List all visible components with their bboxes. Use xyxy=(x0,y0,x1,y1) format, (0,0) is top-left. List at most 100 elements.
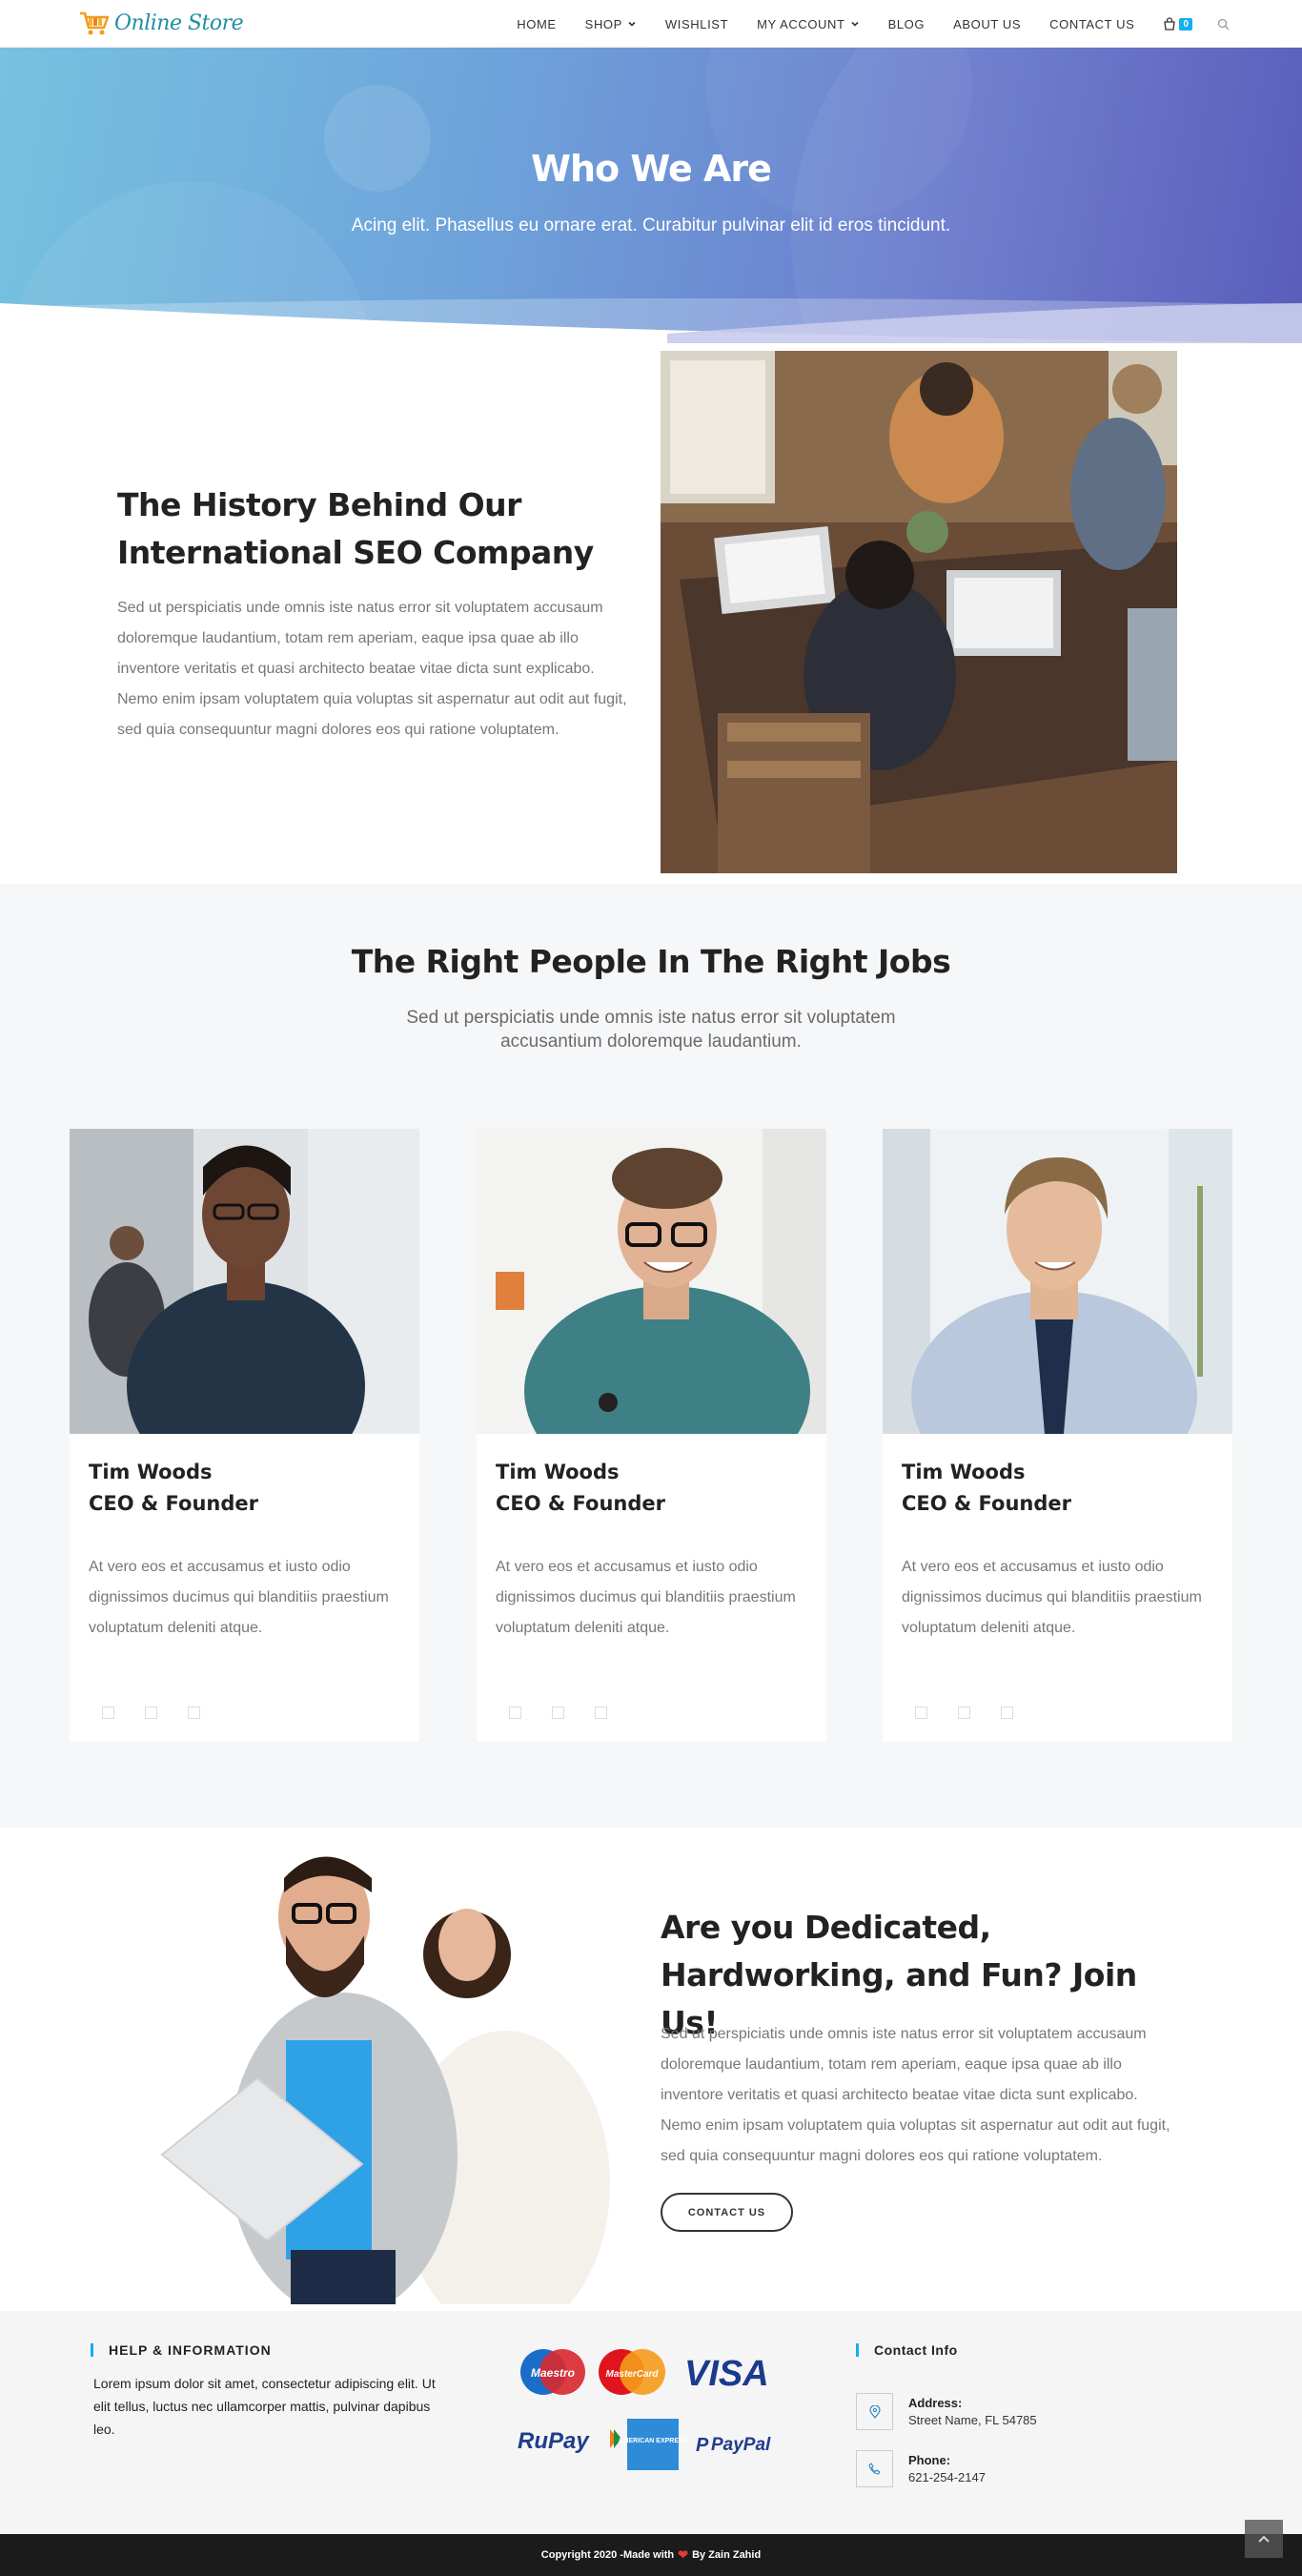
history-text: Sed ut perspiciatis unde omnis iste natu… xyxy=(117,600,627,738)
team-card: Tim Woods CEO & Founder At vero eos et a… xyxy=(883,1129,1232,1742)
nav-wishlist[interactable]: WISHLIST xyxy=(665,17,728,31)
linkedin-icon[interactable] xyxy=(1001,1707,1013,1719)
office-team-photo xyxy=(661,351,1177,873)
phone-label: Phone: xyxy=(908,2453,951,2467)
social-links xyxy=(509,1707,607,1719)
chevron-down-icon xyxy=(628,21,636,27)
nav-home-label: HOME xyxy=(517,16,557,31)
nav-home[interactable]: HOME xyxy=(517,17,556,31)
copyright-author: By Zain Zahid xyxy=(692,2549,762,2561)
team-member-bio: At vero eos et accusamus et iusto odio d… xyxy=(902,1559,1202,1636)
phone-value[interactable]: 621-254-2147 xyxy=(908,2469,986,2486)
team-member-name-block: Tim Woods CEO & Founder xyxy=(89,1457,258,1520)
twitter-icon[interactable] xyxy=(958,1707,970,1719)
maestro-logo: Maestro xyxy=(520,2349,585,2395)
logo-text: Online Store xyxy=(114,10,244,35)
twitter-icon[interactable] xyxy=(552,1707,564,1719)
contact-info-heading: Contact Info xyxy=(856,2343,958,2357)
hero-title: Who We Are xyxy=(531,148,772,190)
team-member-photo xyxy=(70,1129,419,1434)
visa-logo: VISA xyxy=(684,2354,769,2394)
site-footer: HELP & INFORMATION Lorem ipsum dolor sit… xyxy=(0,2311,1302,2534)
nav-about-us-label: ABOUT US xyxy=(953,16,1022,31)
join-us-photo xyxy=(143,1840,639,2304)
history-title: The History Behind Our International SEO… xyxy=(117,486,594,571)
team-member-photo xyxy=(477,1129,826,1434)
team-member-name: Tim Woods xyxy=(902,1461,1026,1483)
contact-phone: Phone: 621-254-2147 xyxy=(856,2450,986,2487)
team-member-photo xyxy=(883,1129,1232,1434)
team-member-name: Tim Woods xyxy=(496,1461,620,1483)
linkedin-icon[interactable] xyxy=(188,1707,200,1719)
nav-contact-us[interactable]: CONTACT US xyxy=(1049,17,1134,31)
svg-text:VISA: VISA xyxy=(684,2354,769,2394)
address-value: Street Name, FL 54785 xyxy=(908,2413,1037,2427)
phone-icon xyxy=(856,2450,893,2487)
team-member-bio: At vero eos et accusamus et iusto odio d… xyxy=(89,1559,389,1636)
facebook-icon[interactable] xyxy=(509,1707,521,1719)
search-button[interactable] xyxy=(1217,18,1230,31)
office-team-illustration xyxy=(661,351,1177,873)
site-logo[interactable]: Online Store xyxy=(78,9,244,37)
main-nav: HOME SHOP WISHLIST MY ACCOUNT BLOG ABOUT… xyxy=(488,0,1230,48)
rupay-logo: RuPay xyxy=(518,2428,621,2454)
svg-text:RuPay: RuPay xyxy=(518,2428,590,2454)
phone-block: Phone: 621-254-2147 xyxy=(908,2450,986,2486)
svg-text:AMERICAN EXPRESS: AMERICAN EXPRESS xyxy=(619,2438,688,2444)
site-header: Online Store HOME SHOP WISHLIST MY ACCOU… xyxy=(0,0,1302,48)
facebook-icon[interactable] xyxy=(102,1707,114,1719)
chevron-up-icon xyxy=(1258,2535,1270,2543)
nav-about-us[interactable]: ABOUT US xyxy=(953,17,1021,31)
shopping-bag-icon xyxy=(1164,17,1176,31)
scroll-to-top-button[interactable] xyxy=(1245,2520,1283,2558)
linkedin-icon[interactable] xyxy=(595,1707,607,1719)
address-label: Address: xyxy=(908,2396,963,2410)
location-pin-icon xyxy=(856,2393,893,2430)
twitter-icon[interactable] xyxy=(145,1707,157,1719)
social-links xyxy=(915,1707,1013,1719)
payment-methods: Maestro MasterCard VISA RuPay AMERICAN E… xyxy=(518,2349,771,2470)
american-express-logo: AMERICAN EXPRESS xyxy=(619,2419,688,2470)
cart-button[interactable]: 0 xyxy=(1163,17,1192,31)
cart-count-badge: 0 xyxy=(1179,17,1192,31)
contact-us-button[interactable]: CONTACT US xyxy=(661,2193,793,2232)
heart-icon: ❤ xyxy=(678,2547,689,2562)
nav-contact-us-label: CONTACT US xyxy=(1049,16,1135,31)
mastercard-logo: MasterCard xyxy=(599,2349,665,2395)
team-title: The Right People In The Right Jobs xyxy=(351,943,951,980)
help-info-heading: HELP & INFORMATION xyxy=(91,2343,272,2357)
svg-text:PayPal: PayPal xyxy=(711,2435,771,2455)
team-section: The Right People In The Right Jobs Sed u… xyxy=(0,884,1302,1828)
team-member-bio: At vero eos et accusamus et iusto odio d… xyxy=(496,1559,796,1636)
team-member-name-block: Tim Woods CEO & Founder xyxy=(496,1457,665,1520)
copyright-bar: Copyright 2020 -Made with ❤ By Zain Zahi… xyxy=(0,2534,1302,2576)
help-info-text: Lorem ipsum dolor sit amet, consectetur … xyxy=(93,2376,436,2437)
nav-blog-label: BLOG xyxy=(887,16,926,31)
team-subtitle: Sed ut perspiciatis unde omnis iste natu… xyxy=(406,1008,896,1052)
team-card: Tim Woods CEO & Founder At vero eos et a… xyxy=(70,1129,419,1742)
chevron-down-icon xyxy=(850,21,859,27)
paypal-logo: P PayPal xyxy=(696,2435,771,2456)
team-member-role: CEO & Founder xyxy=(89,1492,258,1515)
nav-wishlist-label: WISHLIST xyxy=(664,16,729,31)
social-links xyxy=(102,1707,200,1719)
team-member-role: CEO & Founder xyxy=(496,1492,665,1515)
svg-text:Maestro: Maestro xyxy=(531,2366,575,2380)
shopping-cart-logo-icon xyxy=(80,11,110,35)
nav-my-account[interactable]: MY ACCOUNT xyxy=(757,17,859,31)
team-member-name: Tim Woods xyxy=(89,1461,213,1483)
svg-text:MasterCard: MasterCard xyxy=(605,2369,659,2380)
facebook-icon[interactable] xyxy=(915,1707,927,1719)
svg-text:P: P xyxy=(696,2435,709,2456)
team-card: Tim Woods CEO & Founder At vero eos et a… xyxy=(477,1129,826,1742)
hero-banner: Who We Are Acing elit. Phasellus eu orna… xyxy=(0,48,1302,343)
nav-shop[interactable]: SHOP xyxy=(585,17,637,31)
join-us-text: Sed ut perspiciatis unde omnis iste natu… xyxy=(661,2026,1170,2164)
hero-decoration xyxy=(0,48,1302,343)
team-member-name-block: Tim Woods CEO & Founder xyxy=(902,1457,1071,1520)
contact-address: Address: Street Name, FL 54785 xyxy=(856,2393,1037,2430)
team-member-role: CEO & Founder xyxy=(902,1492,1071,1515)
nav-blog[interactable]: BLOG xyxy=(888,17,926,31)
nav-shop-label: SHOP xyxy=(584,16,622,31)
copyright-text: Copyright 2020 -Made with xyxy=(540,2549,675,2561)
